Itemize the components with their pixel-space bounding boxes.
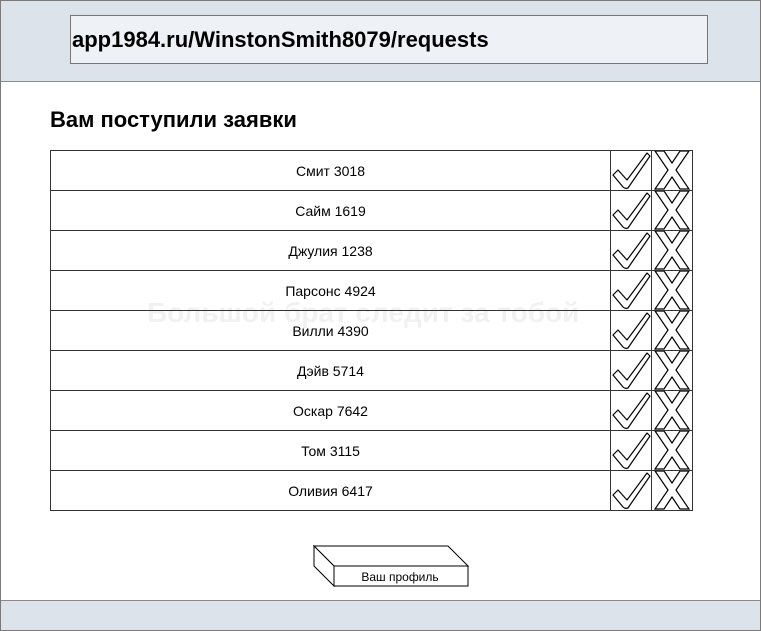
reject-button[interactable] — [652, 151, 692, 190]
requests-table: Смит 3018 Сайм 1619 Джулия 1238 Парсонс 492… — [50, 150, 693, 511]
request-name: Том 3115 — [51, 431, 611, 470]
app-window: app1984.ru/WinstonSmith8079/requests Вам… — [0, 0, 761, 631]
request-name: Дэйв 5714 — [51, 351, 611, 390]
request-name: Оскар 7642 — [51, 391, 611, 430]
accept-button[interactable] — [611, 471, 652, 510]
accept-button[interactable] — [611, 191, 652, 230]
request-name: Вилли 4390 — [51, 311, 611, 350]
request-name: Смит 3018 — [51, 151, 611, 190]
accept-button[interactable] — [611, 311, 652, 350]
request-row: Смит 3018 — [51, 151, 692, 191]
request-row: Джулия 1238 — [51, 231, 692, 271]
check-icon — [612, 192, 651, 229]
request-row: Сайм 1619 — [51, 191, 692, 231]
check-icon — [612, 232, 651, 269]
check-icon — [612, 472, 651, 509]
cross-icon — [653, 391, 691, 430]
cross-icon — [653, 191, 691, 230]
check-icon — [612, 312, 651, 349]
reject-button[interactable] — [652, 231, 692, 270]
address-url: app1984.ru/WinstonSmith8079/requests — [72, 26, 489, 52]
request-name: Парсонс 4924 — [51, 271, 611, 310]
request-row: Оливия 6417 — [51, 471, 692, 511]
check-icon — [612, 272, 651, 309]
cross-icon — [653, 431, 691, 470]
bottom-bar — [1, 600, 760, 630]
request-name: Оливия 6417 — [51, 471, 611, 510]
reject-button[interactable] — [652, 431, 692, 470]
check-icon — [612, 432, 651, 469]
request-row: Парсонс 4924 — [51, 271, 692, 311]
check-icon — [612, 392, 651, 429]
page-title: Вам поступили заявки — [50, 107, 297, 132]
request-row: Оскар 7642 — [51, 391, 692, 431]
cross-icon — [653, 351, 691, 390]
accept-button[interactable] — [611, 431, 652, 470]
reject-button[interactable] — [652, 471, 692, 510]
reject-button[interactable] — [652, 311, 692, 350]
accept-button[interactable] — [611, 351, 652, 390]
check-icon — [612, 152, 651, 189]
profile-button-label: Ваш профиль — [361, 570, 439, 584]
accept-button[interactable] — [611, 391, 652, 430]
cross-icon — [653, 271, 691, 310]
reject-button[interactable] — [652, 391, 692, 430]
cross-icon — [653, 471, 691, 510]
reject-button[interactable] — [652, 271, 692, 310]
accept-button[interactable] — [611, 151, 652, 190]
address-bar[interactable]: app1984.ru/WinstonSmith8079/requests — [70, 15, 708, 64]
cross-icon — [653, 311, 691, 350]
request-row: Дэйв 5714 — [51, 351, 692, 391]
request-name: Джулия 1238 — [51, 231, 611, 270]
request-row: Том 3115 — [51, 431, 692, 471]
reject-button[interactable] — [652, 351, 692, 390]
reject-button[interactable] — [652, 191, 692, 230]
profile-button[interactable]: Ваш профиль — [313, 545, 469, 588]
request-name: Сайм 1619 — [51, 191, 611, 230]
request-row: Вилли 4390 — [51, 311, 692, 351]
cross-icon — [653, 231, 691, 270]
accept-button[interactable] — [611, 271, 652, 310]
accept-button[interactable] — [611, 231, 652, 270]
cross-icon — [653, 151, 691, 190]
check-icon — [612, 352, 651, 389]
top-bar: app1984.ru/WinstonSmith8079/requests — [1, 1, 760, 82]
